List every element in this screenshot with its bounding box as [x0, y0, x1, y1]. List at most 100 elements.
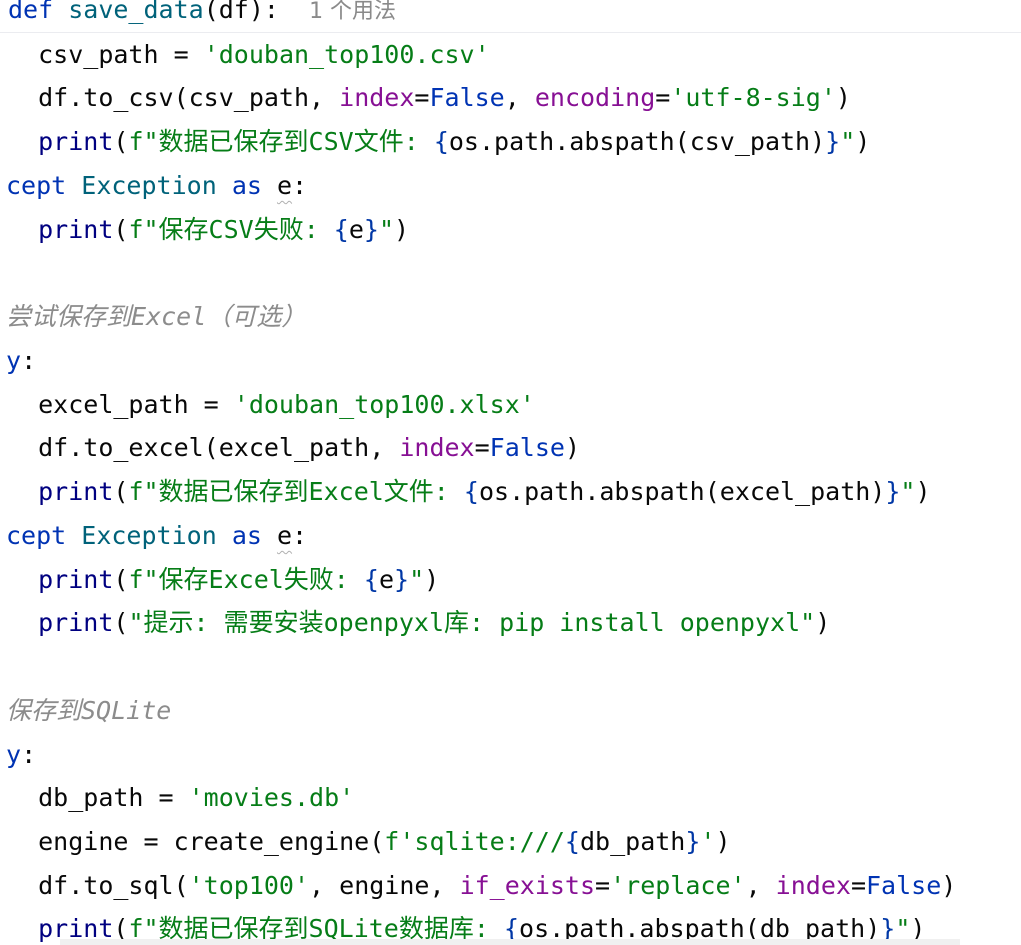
- operator: =: [158, 40, 204, 69]
- code-line: cept Exception as e:: [6, 168, 307, 204]
- fstring-brace: {: [363, 565, 379, 594]
- builtin-print: print: [38, 127, 114, 156]
- builtin-print: print: [38, 477, 114, 506]
- code-text: engine = create_engine(: [38, 827, 385, 856]
- identifier: db_path: [38, 783, 144, 812]
- operator: =: [143, 783, 189, 812]
- string-literal: 'douban_top100.xlsx': [233, 390, 535, 419]
- fstring-expr: e: [348, 215, 364, 244]
- code-line: cept Exception as e:: [6, 518, 307, 554]
- colon: :: [21, 740, 37, 769]
- colon: :: [292, 171, 308, 200]
- string-literal: 'top100': [188, 871, 310, 900]
- string-literal: 'douban_top100.csv': [203, 40, 490, 69]
- builtin-print: print: [38, 608, 114, 637]
- paren: (: [113, 127, 129, 156]
- code-text: ,: [745, 871, 776, 900]
- code-line: df.to_sql('top100', engine, if_exists='r…: [8, 868, 956, 904]
- keyword-except: cept: [6, 521, 67, 550]
- keyword-arg: index: [339, 83, 415, 112]
- colon: :: [292, 521, 308, 550]
- class-exception: Exception: [81, 171, 217, 200]
- string-literal: ": [378, 215, 395, 244]
- paren: ): [855, 127, 871, 156]
- operator: =: [188, 390, 234, 419]
- code-line: y:: [6, 343, 36, 379]
- code-line: db_path = 'movies.db': [8, 780, 354, 816]
- constant: False: [489, 433, 565, 462]
- code-text: ,: [504, 83, 535, 112]
- builtin-print: print: [38, 215, 114, 244]
- fstring-brace: }: [885, 477, 901, 506]
- usages-hint[interactable]: 1 个用法: [309, 0, 396, 24]
- code-text: ): [564, 433, 580, 462]
- code-line: csv_path = 'douban_top100.csv': [8, 37, 490, 73]
- sticky-header-divider: [0, 32, 1021, 33]
- string-literal: ": [840, 127, 856, 156]
- string-literal: ': [700, 827, 716, 856]
- keyword-arg: index: [775, 871, 851, 900]
- comment: 尝试保存到Excel（可选）: [6, 302, 307, 331]
- operator: =: [414, 83, 430, 112]
- code-line: print(f"数据已保存到CSV文件: {os.path.abspath(cs…: [8, 124, 870, 160]
- operator: =: [474, 433, 490, 462]
- comment: 保存到SQLite: [6, 696, 172, 725]
- fstring-brace: {: [463, 477, 479, 506]
- variable-e[interactable]: e: [277, 171, 292, 200]
- function-name[interactable]: save_data: [68, 0, 203, 24]
- paren: (: [113, 565, 129, 594]
- class-exception: Exception: [81, 521, 217, 550]
- code-text: ): [835, 83, 851, 112]
- string-literal: "提示: 需要安装openpyxl库: pip install openpyxl…: [128, 608, 816, 637]
- string-literal: f"保存CSV失败:: [128, 215, 334, 244]
- code-line: engine = create_engine(f'sqlite:///{db_p…: [8, 824, 731, 860]
- code-line: df.to_csv(csv_path, index=False, encodin…: [8, 80, 851, 116]
- variable-e[interactable]: e: [277, 521, 292, 550]
- operator: =: [595, 871, 611, 900]
- paren: ): [715, 827, 731, 856]
- horizontal-scrollbar[interactable]: [60, 939, 960, 945]
- builtin-print: print: [38, 565, 114, 594]
- code-line: print(f"保存Excel失败: {e}"): [8, 562, 439, 598]
- string-literal: f'sqlite:///: [384, 827, 565, 856]
- paren: ): [815, 608, 831, 637]
- function-args: (df):: [203, 0, 279, 24]
- fstring-expr: db_path: [579, 827, 686, 856]
- code-line: excel_path = 'douban_top100.xlsx': [8, 387, 535, 423]
- keyword-as: as: [231, 521, 262, 550]
- string-literal: 'movies.db': [188, 783, 355, 812]
- string-literal: ": [409, 565, 425, 594]
- paren: ): [394, 215, 410, 244]
- code-line: print("提示: 需要安装openpyxl库: pip install op…: [8, 605, 830, 641]
- paren: (: [113, 608, 129, 637]
- code-line: print(f"保存CSV失败: {e}"): [8, 212, 409, 248]
- colon: :: [21, 346, 37, 375]
- code-text: , engine,: [309, 871, 460, 900]
- paren: (: [113, 215, 129, 244]
- operator: =: [850, 871, 866, 900]
- code-text: df.to_csv(csv_path,: [38, 83, 340, 112]
- string-literal: 'replace': [610, 871, 746, 900]
- fstring-brace: {: [433, 127, 449, 156]
- fstring-brace: {: [333, 215, 349, 244]
- paren: ): [424, 565, 440, 594]
- fstring-brace: }: [363, 215, 379, 244]
- keyword-arg: encoding: [534, 83, 656, 112]
- fstring-brace: }: [685, 827, 701, 856]
- code-line-def: def save_data(df): 1 个用法: [8, 0, 397, 28]
- identifier: excel_path: [38, 390, 189, 419]
- string-literal: 'utf-8-sig': [670, 83, 836, 112]
- keyword-arg: if_exists: [459, 871, 596, 900]
- fstring-brace: {: [564, 827, 580, 856]
- fstring-brace: }: [825, 127, 841, 156]
- string-literal: ": [900, 477, 916, 506]
- code-editor[interactable]: def save_data(df): 1 个用法 csv_path = 'dou…: [0, 0, 1021, 945]
- keyword-try: y: [6, 346, 22, 375]
- code-text: df.to_excel(excel_path,: [38, 433, 400, 462]
- code-text: df.to_sql(: [38, 871, 189, 900]
- string-literal: f"数据已保存到Excel文件:: [128, 477, 464, 506]
- keyword-as: as: [231, 171, 262, 200]
- code-line: df.to_excel(excel_path, index=False): [8, 430, 580, 466]
- constant: False: [429, 83, 505, 112]
- operator: =: [655, 83, 671, 112]
